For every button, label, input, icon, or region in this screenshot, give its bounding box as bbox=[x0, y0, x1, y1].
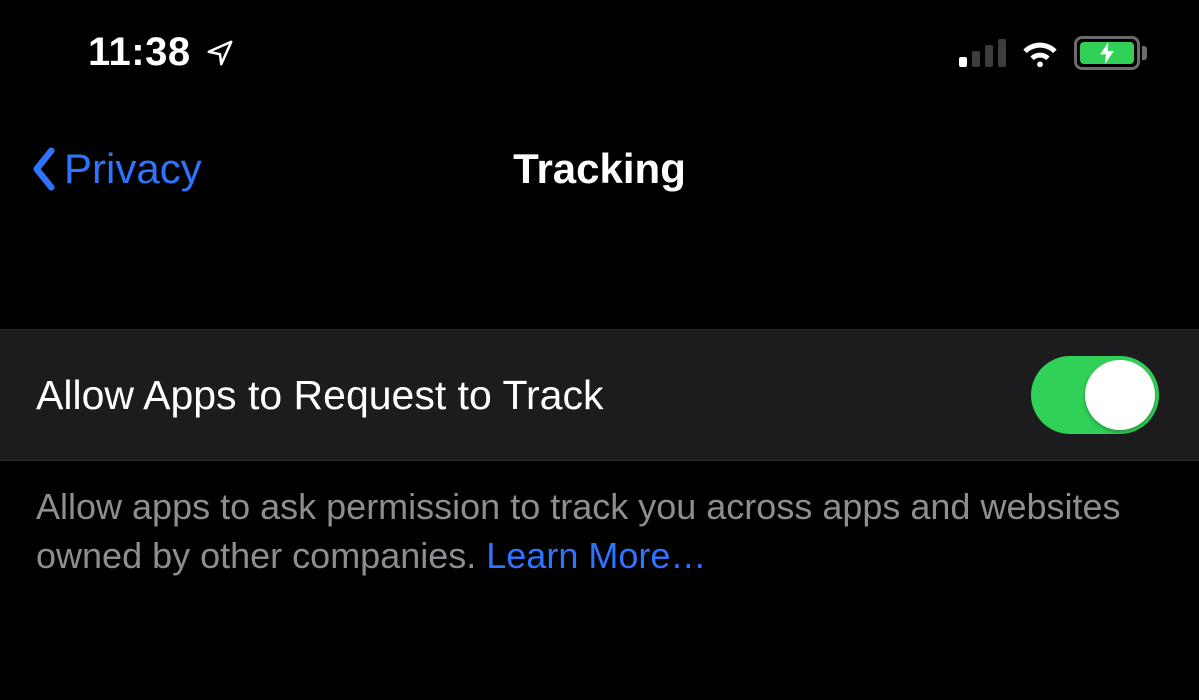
back-label: Privacy bbox=[64, 145, 202, 193]
setting-label: Allow Apps to Request to Track bbox=[36, 372, 603, 419]
nav-bar: Privacy Tracking bbox=[0, 95, 1199, 229]
status-bar-right bbox=[959, 36, 1147, 70]
page-title: Tracking bbox=[513, 145, 686, 193]
toggle-knob bbox=[1085, 360, 1155, 430]
setting-row-allow-tracking: Allow Apps to Request to Track bbox=[0, 329, 1199, 461]
learn-more-link[interactable]: Learn More… bbox=[486, 535, 706, 576]
setting-description: Allow apps to ask permission to track yo… bbox=[0, 461, 1199, 580]
battery-charging-bolt-icon bbox=[1100, 42, 1114, 64]
back-button[interactable]: Privacy bbox=[30, 145, 202, 193]
status-time: 11:38 bbox=[88, 30, 191, 75]
chevron-left-icon bbox=[30, 147, 58, 191]
battery-icon bbox=[1074, 36, 1147, 70]
wifi-icon bbox=[1020, 38, 1060, 68]
location-arrow-icon bbox=[205, 38, 235, 68]
status-bar-left: 11:38 bbox=[88, 30, 235, 75]
status-bar: 11:38 bbox=[0, 0, 1199, 95]
spacer bbox=[0, 229, 1199, 329]
cellular-signal-icon bbox=[959, 39, 1006, 67]
allow-tracking-toggle[interactable] bbox=[1031, 356, 1159, 434]
